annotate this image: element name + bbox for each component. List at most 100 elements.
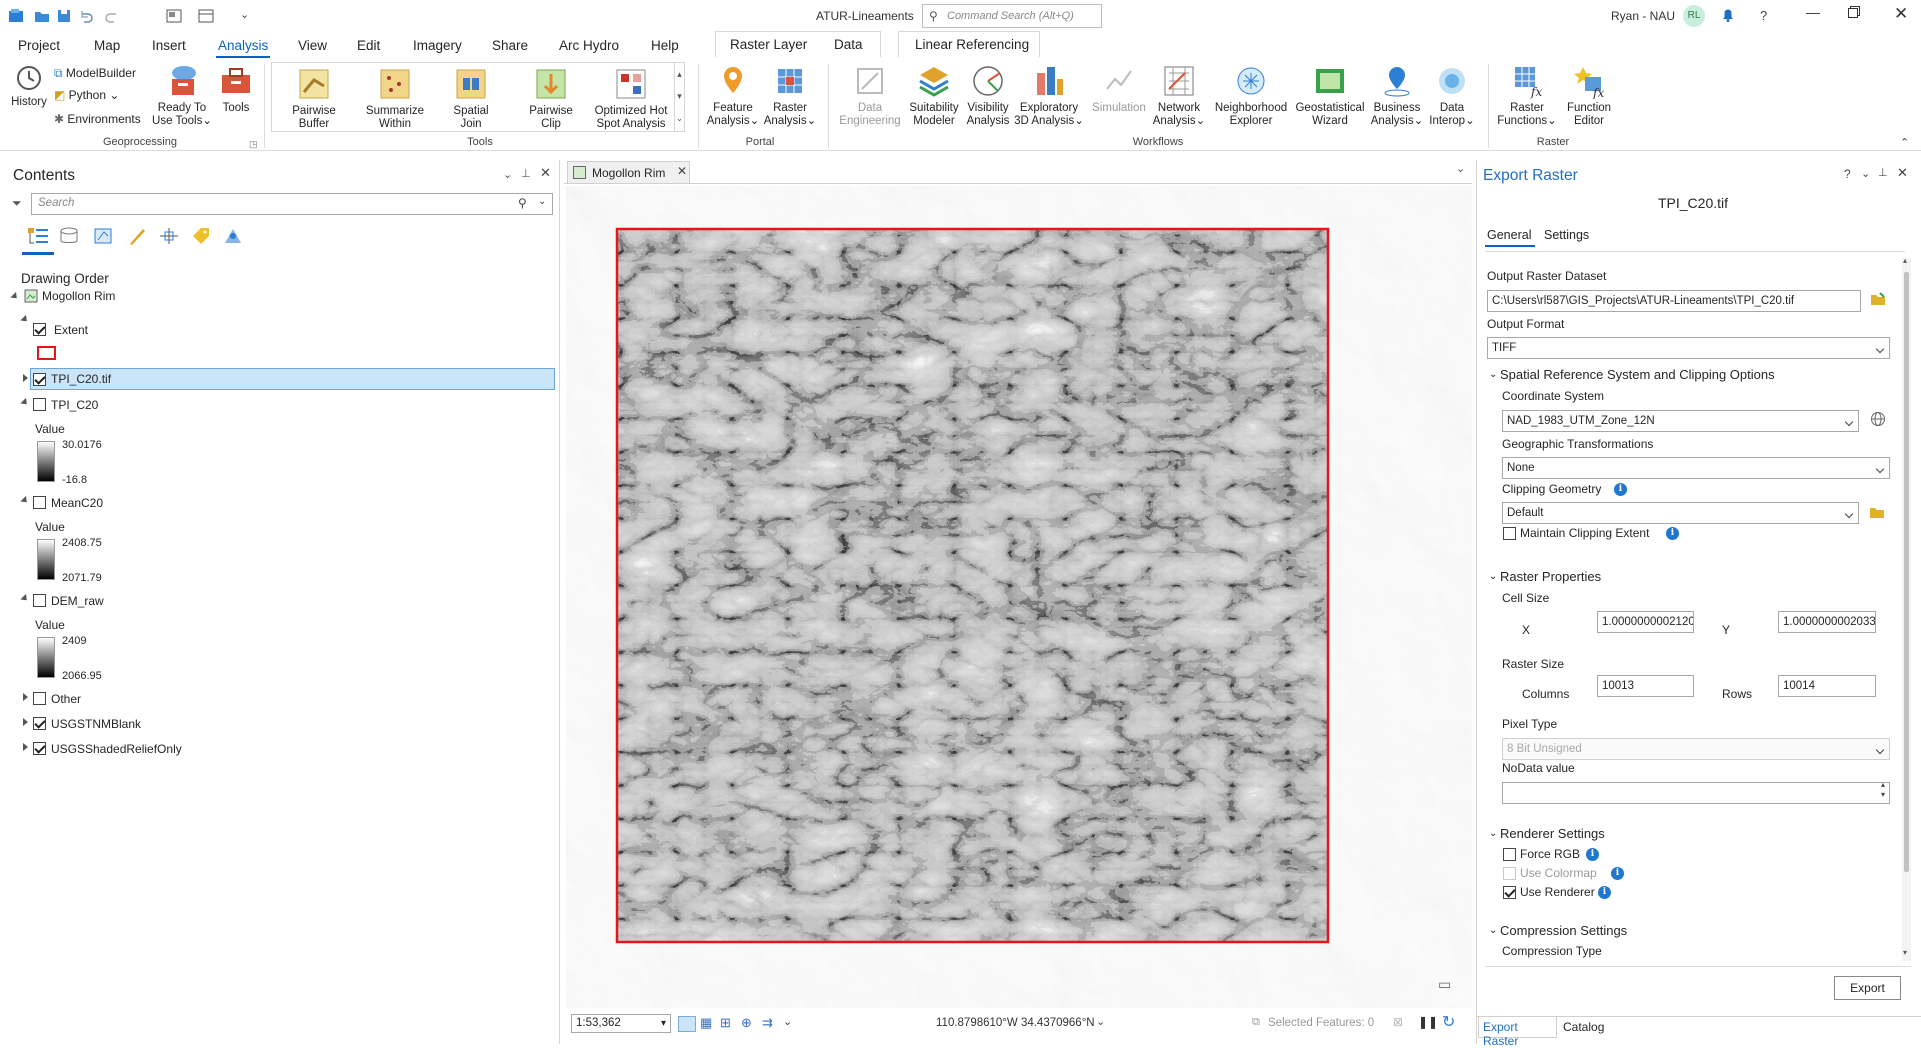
raster-properties-header[interactable]: Raster Properties	[1500, 569, 1601, 584]
fixed-zoom-icon[interactable]	[678, 1016, 696, 1032]
snapping-icon[interactable]: ⊞	[720, 1015, 731, 1031]
chevron-down-icon[interactable]: ⌄	[783, 1015, 792, 1028]
cell-x-input[interactable]: 1.00000000021207	[1597, 611, 1694, 633]
optimized-hot-spot-button[interactable]: Optimized Hot Spot Analysis	[588, 66, 674, 131]
expand-arrow-icon[interactable]	[10, 291, 20, 302]
expand-arrow-icon[interactable]	[23, 374, 28, 382]
app-icon[interactable]	[8, 8, 24, 24]
layer-checkbox[interactable]	[33, 594, 46, 607]
expand-arrow-icon[interactable]	[20, 495, 30, 506]
environments-button[interactable]: ✱ Environments	[54, 110, 141, 128]
expand-arrow-icon[interactable]	[20, 593, 30, 604]
use-colormap-checkbox[interactable]	[1503, 867, 1516, 880]
tab-insert[interactable]: Insert	[152, 38, 186, 53]
list-by-perspective-imagery-icon[interactable]	[222, 226, 244, 246]
grid-icon[interactable]: ▦	[700, 1015, 712, 1031]
tab-map[interactable]: Map	[94, 38, 120, 53]
section-collapse-icon[interactable]: ⌄	[1489, 925, 1497, 936]
export-button[interactable]: Export	[1834, 976, 1901, 1000]
map-overview-icon[interactable]: ▭	[1438, 976, 1451, 993]
section-collapse-icon[interactable]: ⌄	[1489, 828, 1497, 839]
tab-general[interactable]: General	[1487, 228, 1531, 242]
info-icon[interactable]: i	[1611, 867, 1624, 880]
output-format-select[interactable]: TIFF	[1487, 337, 1890, 359]
layer-name-meanc20[interactable]: MeanC20	[51, 493, 103, 513]
pairwise-clip-button[interactable]: Pairwise Clip	[523, 66, 579, 131]
scale-select[interactable]: 1:53,362 ▾	[571, 1014, 671, 1033]
coordinate-system-select[interactable]: NAD_1983_UTM_Zone_12N	[1502, 410, 1859, 432]
list-by-drawing-order-icon[interactable]	[26, 226, 50, 246]
contents-search-input[interactable]: Search ⚲ ⌄	[31, 193, 553, 215]
history-button[interactable]: History	[8, 63, 50, 109]
visibility-analysis-button[interactable]: Visibility Analysis	[962, 63, 1014, 128]
expand-arrow-icon[interactable]	[23, 743, 28, 751]
force-rgb-checkbox[interactable]	[1503, 848, 1516, 861]
pairwise-buffer-button[interactable]: Pairwise Buffer	[282, 66, 346, 131]
layer-checkbox[interactable]	[33, 398, 46, 411]
scroll-up-icon[interactable]: ▴	[1903, 256, 1907, 265]
layer-checkbox[interactable]	[33, 323, 46, 336]
layer-name-usgsshadedreliefonly[interactable]: USGSShadedReliefOnly	[51, 739, 182, 759]
command-search[interactable]: ⚲ Command Search (Alt+Q)	[922, 4, 1102, 28]
layer-name-tpi-c20[interactable]: TPI_C20	[51, 395, 98, 415]
search-icon[interactable]: ⚲	[518, 196, 527, 210]
tab-share[interactable]: Share	[492, 38, 528, 53]
section-collapse-icon[interactable]: ⌄	[1489, 571, 1497, 582]
close-icon[interactable]: ✕	[1894, 4, 1908, 24]
compression-settings-header[interactable]: Compression Settings	[1500, 923, 1627, 938]
navigation-icon[interactable]: ⇉	[762, 1015, 773, 1031]
feature-analysis-button[interactable]: Feature Analysis⌄	[704, 63, 762, 128]
output-dataset-input[interactable]: C:\Users\rl587\GIS_Projects\ATUR-Lineame…	[1487, 290, 1861, 312]
tab-edit[interactable]: Edit	[357, 38, 380, 53]
constraints-icon[interactable]: ⊕	[741, 1015, 752, 1031]
renderer-settings-header[interactable]: Renderer Settings	[1500, 826, 1605, 841]
business-analysis-button[interactable]: Business Analysis⌄	[1368, 63, 1426, 128]
info-icon[interactable]: i	[1666, 527, 1679, 540]
neighborhood-explorer-button[interactable]: Neighborhood Explorer	[1210, 63, 1292, 128]
close-pane-icon[interactable]: ✕	[1897, 165, 1908, 181]
tab-help[interactable]: Help	[651, 38, 679, 53]
tab-raster-layer[interactable]: Raster Layer	[730, 37, 807, 52]
layer-checkbox[interactable]	[33, 373, 46, 386]
map-name[interactable]: Mogollon Rim	[42, 286, 115, 306]
columns-input[interactable]: 10013	[1597, 675, 1694, 697]
expand-arrow-icon[interactable]	[20, 397, 30, 408]
redo-icon[interactable]	[104, 8, 120, 24]
maximize-icon[interactable]	[1848, 6, 1860, 18]
clear-selection-icon[interactable]: ⊠	[1393, 1015, 1403, 1029]
raster-analysis-button[interactable]: Raster Analysis⌄	[762, 63, 818, 128]
exploratory-3d-button[interactable]: Exploratory 3D Analysis⌄	[1014, 63, 1084, 128]
selected-features-count[interactable]: Selected Features: 0	[1268, 1017, 1374, 1029]
table-icon[interactable]	[198, 8, 214, 24]
geo-trans-select[interactable]: None	[1502, 457, 1890, 479]
list-by-labeling-icon[interactable]	[190, 226, 212, 246]
expand-arrow-icon[interactable]	[23, 693, 28, 701]
layer-name-dem-raw[interactable]: DEM_raw	[51, 591, 104, 611]
data-engineering-button[interactable]: Data Engineering	[834, 63, 906, 128]
open-folder-icon[interactable]	[34, 8, 50, 24]
srs-section-header[interactable]: Spatial Reference System and Clipping Op…	[1500, 367, 1775, 382]
maintain-clipping-checkbox[interactable]	[1503, 527, 1516, 540]
info-icon[interactable]: i	[1586, 848, 1599, 861]
geostatistical-wizard-button[interactable]: Geostatistical Wizard	[1292, 63, 1368, 128]
cell-y-input[interactable]: 1.00000000020332	[1778, 611, 1876, 633]
pin-icon[interactable]: ⊥	[521, 167, 531, 180]
coordinate-format-chevron-icon[interactable]: ⌄	[1096, 1015, 1105, 1028]
dialog-launcher-icon[interactable]: ◳	[249, 139, 258, 150]
spatial-join-button[interactable]: Spatial Join	[446, 66, 496, 131]
tab-settings[interactable]: Settings	[1544, 228, 1589, 242]
globe-icon[interactable]	[1870, 411, 1886, 427]
layer-checkbox[interactable]	[33, 742, 46, 755]
list-by-editing-icon[interactable]	[126, 226, 148, 246]
list-by-selection-icon[interactable]	[92, 226, 114, 246]
python-button[interactable]: ◩ Python ⌄	[54, 86, 119, 104]
filter-icon[interactable]: ⏷	[12, 196, 22, 211]
list-by-snapping-icon[interactable]	[158, 226, 180, 246]
layer-name-tpi-c20-tif[interactable]: TPI_C20.tif	[51, 369, 111, 389]
layer-checkbox[interactable]	[33, 496, 46, 509]
browse-folder-icon[interactable]	[1869, 504, 1885, 520]
tab-view[interactable]: View	[298, 38, 327, 53]
section-collapse-icon[interactable]: ⌄	[1489, 369, 1497, 380]
expand-arrow-icon[interactable]	[23, 718, 28, 726]
data-interop-button[interactable]: Data Interop⌄	[1426, 63, 1478, 128]
